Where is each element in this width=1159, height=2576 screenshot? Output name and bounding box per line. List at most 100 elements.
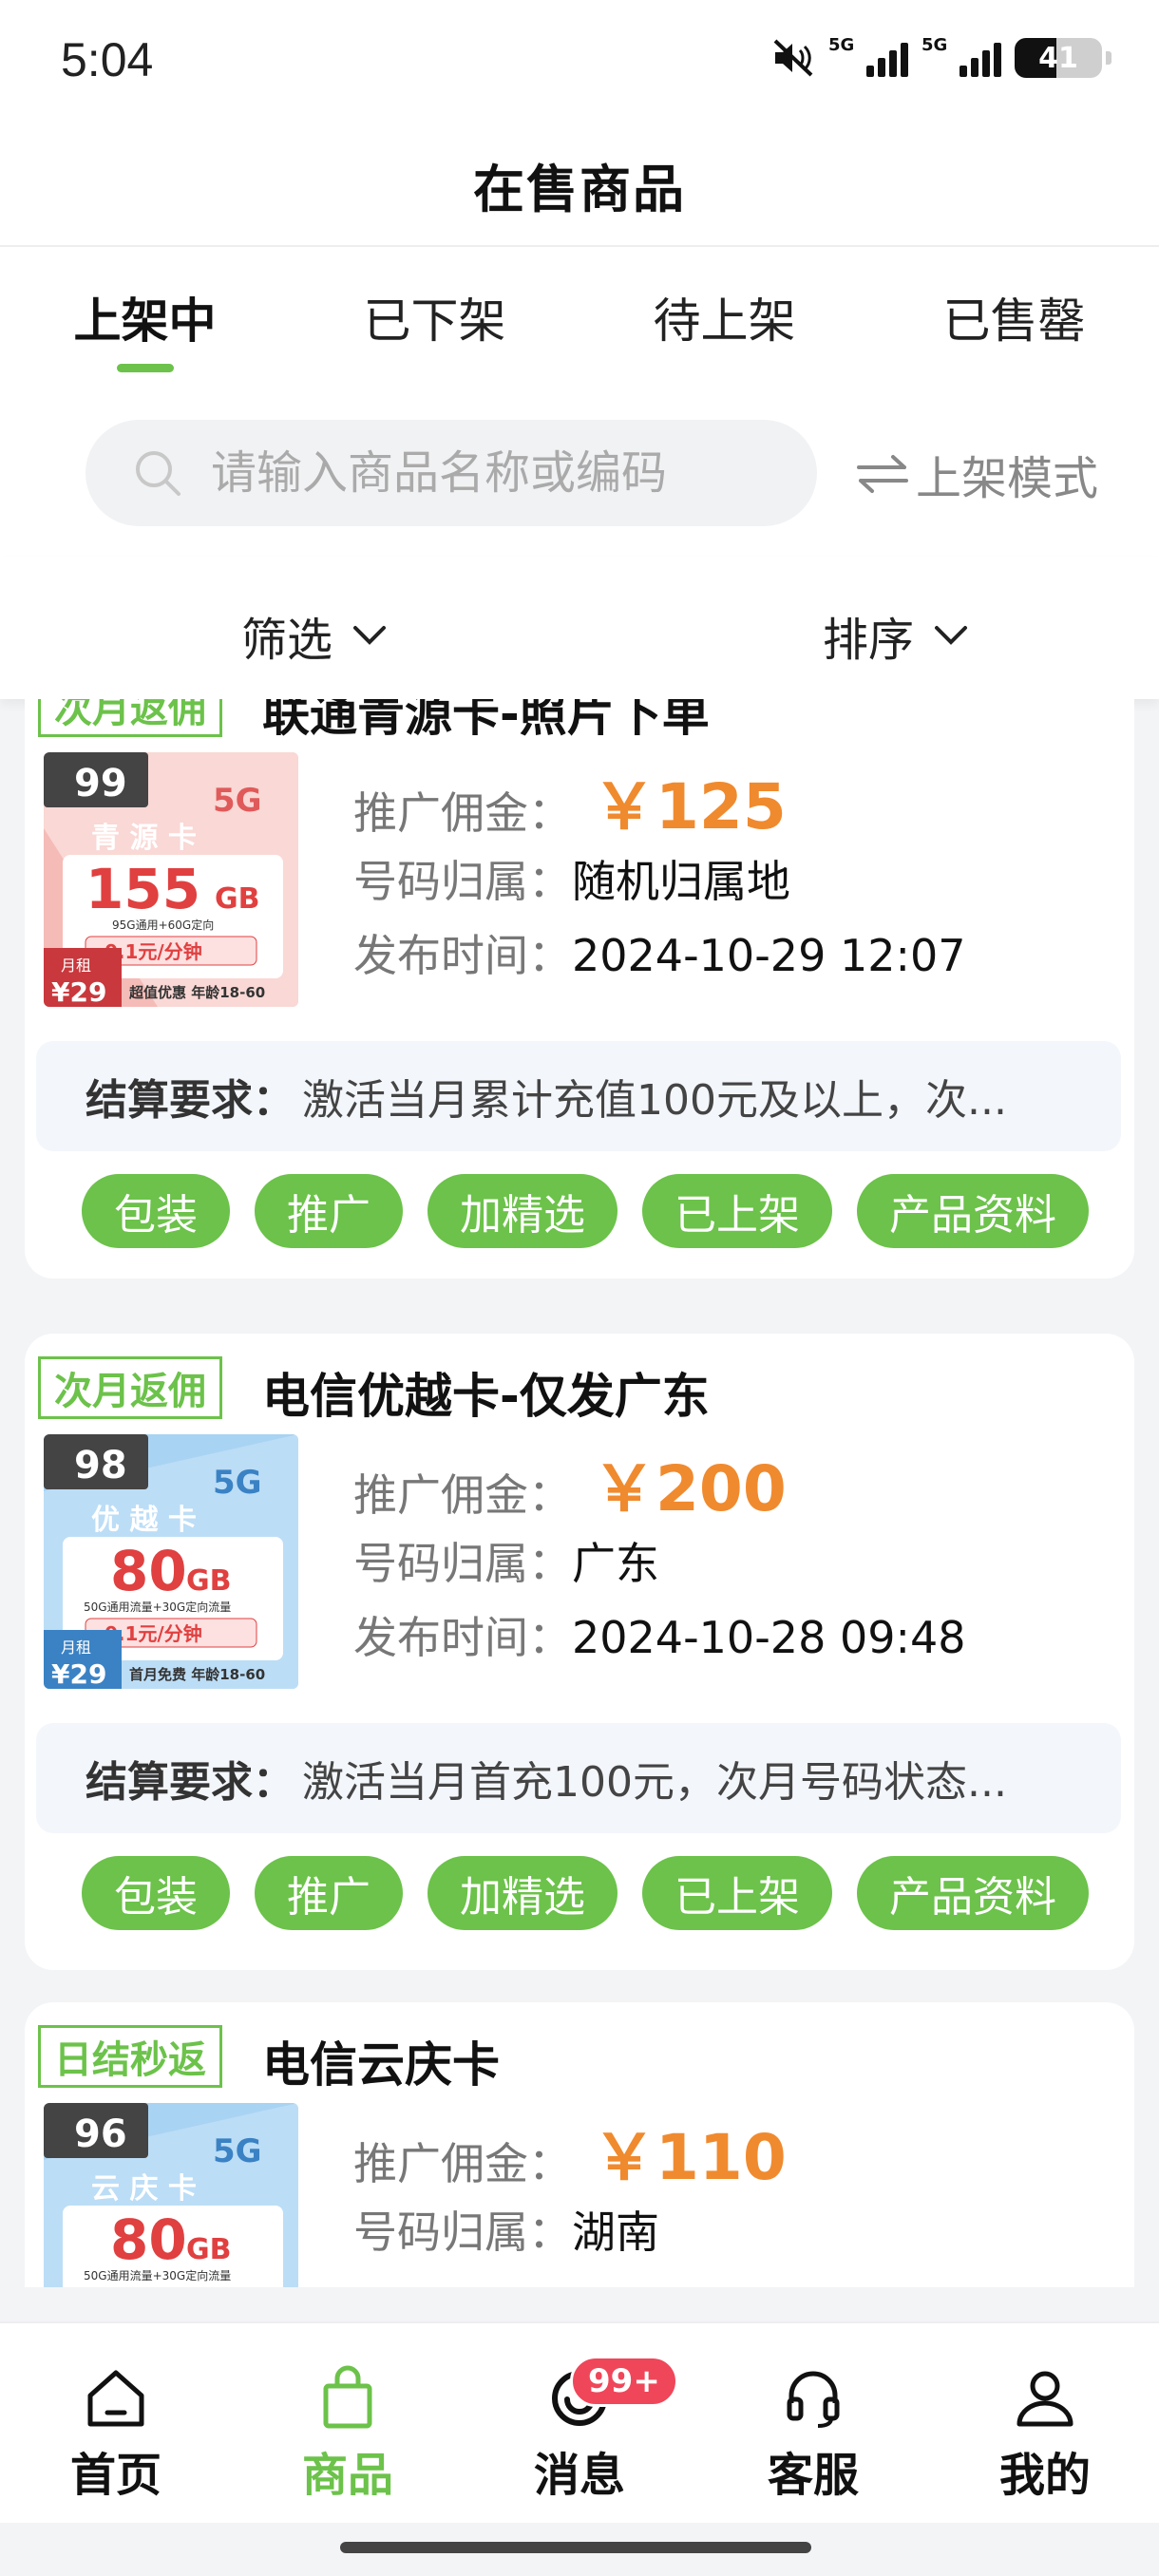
sort-dropdown[interactable]: 排序 <box>823 602 969 669</box>
publish-time-row: 发布时间：2024-10-29 12:07 <box>353 921 966 984</box>
product-tag: 次月返佣 <box>38 1356 222 1419</box>
product-card[interactable]: 日结秒返 电信云庆卡 96 5G 云 庆 卡 80 GB 50G通用流量+30G… <box>25 2002 1134 2287</box>
commission-label: 推广佣金： <box>353 2138 572 2189</box>
product-info-button[interactable]: 产品资料 <box>857 1856 1089 1930</box>
settle-label: 结算要求： <box>86 1758 294 1807</box>
commission-label: 推广佣金： <box>353 1469 572 1521</box>
listed-button[interactable]: 已上架 <box>642 1174 832 1248</box>
thumb-name: 青 源 卡 <box>91 822 197 855</box>
thumb-5g: 5G <box>213 2132 262 2170</box>
tab-sold-out[interactable]: 已售罄 <box>924 247 1105 388</box>
thumb-score: 96 <box>74 2112 127 2156</box>
title-bar: 在售商品 <box>0 123 1159 247</box>
commission-value: ￥125 <box>593 770 787 843</box>
home-indicator[interactable] <box>340 2542 811 2553</box>
filter-row: 筛选 排序 <box>0 557 1159 699</box>
commission-label: 推广佣金： <box>353 787 572 839</box>
action-buttons: 包装 推广 加精选 已上架 产品资料 <box>82 1856 1089 1930</box>
network-type-2: 5G <box>922 35 948 55</box>
product-title: 电信优越卡-仅发广东 <box>262 1369 710 1424</box>
thumb-foot: 首月免费 年龄18-60 <box>129 1666 265 1683</box>
thumb-foot: 超值优惠 年龄18-60 <box>128 984 265 1001</box>
feature-button[interactable]: 加精选 <box>428 1174 618 1248</box>
promote-button[interactable]: 推广 <box>255 1856 403 1930</box>
headset-icon <box>787 2371 840 2428</box>
mute-icon <box>773 39 813 77</box>
chevron-down-icon <box>353 626 387 645</box>
product-title: 电信云庆卡 <box>262 2037 500 2093</box>
settle-label: 结算要求： <box>86 1076 294 1125</box>
publish-time-label: 发布时间： <box>353 1612 572 1663</box>
settle-requirement[interactable]: 结算要求： 激活当月累计充值100元及以上，次... <box>36 1041 1121 1151</box>
package-button[interactable]: 包装 <box>82 1856 230 1930</box>
publish-time-value: 2024-10-29 12:07 <box>572 930 966 981</box>
bag-icon <box>323 2365 372 2429</box>
thumb-gb: 80 <box>110 2207 187 2272</box>
nav-label: 首页 <box>69 2449 162 2502</box>
product-title: 联通青源卡-照片下单 <box>262 699 710 742</box>
thumb-sub: 95G通用+60G定向 <box>112 918 214 932</box>
thumb-5g: 5G <box>213 1464 262 1502</box>
thumb-gb: 80 <box>110 1539 187 1603</box>
filter-dropdown[interactable]: 筛选 <box>241 602 388 669</box>
nav-messages[interactable]: 99+ 消息 <box>513 2356 678 2504</box>
region-label: 号码归属： <box>353 2207 572 2258</box>
battery-level: 41 <box>1038 41 1078 75</box>
product-info-button[interactable]: 产品资料 <box>857 1174 1089 1248</box>
feature-button[interactable]: 加精选 <box>428 1856 618 1930</box>
chevron-down-icon <box>935 626 968 645</box>
home-icon <box>87 2370 144 2427</box>
message-badge: 99+ <box>570 2356 678 2407</box>
search-row: 上架模式 <box>0 388 1159 557</box>
action-buttons: 包装 推广 加精选 已上架 产品资料 <box>82 1174 1089 1248</box>
thumb-gb-unit: GB <box>186 1564 232 1598</box>
mode-label: 上架模式 <box>916 452 1099 505</box>
nav-support[interactable]: 客服 <box>747 2365 880 2504</box>
product-thumbnail: 99 5G 青 源 卡 155 GB 95G通用+60G定向 0.1元/分钟 月… <box>44 752 298 1007</box>
search-box[interactable] <box>86 420 817 526</box>
region-value: 广东 <box>572 1538 659 1589</box>
nav-home[interactable]: 首页 <box>49 2365 182 2504</box>
nav-label: 消息 <box>533 2449 625 2502</box>
thumb-gb-unit: GB <box>186 2233 232 2266</box>
publish-time-value: 2024-10-28 09:48 <box>572 1612 966 1663</box>
mode-switch-button[interactable]: 上架模式 <box>855 441 1098 507</box>
region-value: 湖南 <box>572 2207 659 2258</box>
battery-icon: 41 <box>1015 38 1102 78</box>
product-tag: 次月返佣 <box>38 699 222 737</box>
search-input[interactable] <box>211 446 743 500</box>
nav-profile[interactable]: 我的 <box>978 2365 1112 2504</box>
thumb-sub: 50G通用流量+30G定向流量 <box>84 1600 231 1614</box>
signal-icon: 5G <box>828 35 908 77</box>
region-row: 号码归属：湖南 <box>353 2198 659 2261</box>
promote-button[interactable]: 推广 <box>255 1174 403 1248</box>
nav-label: 商品 <box>301 2449 393 2502</box>
swap-icon <box>857 455 908 493</box>
status-time: 5:04 <box>61 33 154 86</box>
page-title: 在售商品 <box>473 159 686 219</box>
tab-pending[interactable]: 待上架 <box>635 247 815 388</box>
region-label: 号码归属： <box>353 856 572 907</box>
signal-icon-2: 5G <box>922 35 1001 77</box>
filter-label: 筛选 <box>241 614 333 667</box>
thumb-rent: ¥29 <box>51 1658 106 1689</box>
listed-button[interactable]: 已上架 <box>642 1856 832 1930</box>
thumb-5g: 5G <box>213 782 262 820</box>
network-type: 5G <box>828 35 855 55</box>
package-button[interactable]: 包装 <box>82 1174 230 1248</box>
product-thumbnail: 98 5G 优 越 卡 80 GB 50G通用流量+30G定向流量 0.1元/分… <box>44 1434 298 1689</box>
bottom-nav: 首页 商品 99+ 消息 客服 我的 <box>0 2321 1159 2523</box>
region-row: 号码归属：广东 <box>353 1529 659 1592</box>
tab-delisted[interactable]: 已下架 <box>345 247 525 388</box>
commission-value: ￥200 <box>593 1452 787 1525</box>
thumb-name: 云 庆 卡 <box>91 2172 197 2206</box>
product-tag: 日结秒返 <box>38 2025 222 2088</box>
product-card[interactable]: 次月返佣 联通青源卡-照片下单 99 5G 青 源 卡 155 GB 95G通用… <box>25 699 1134 1279</box>
thumb-gb: 155 <box>86 857 200 921</box>
settle-requirement[interactable]: 结算要求： 激活当月首充100元，次月号码状态... <box>36 1723 1121 1833</box>
commission-row: 推广佣金： ￥110 <box>353 2107 787 2198</box>
region-row: 号码归属：随机归属地 <box>353 847 790 910</box>
product-card[interactable]: 次月返佣 电信优越卡-仅发广东 98 5G 优 越 卡 80 GB 50G通用流… <box>25 1334 1134 1970</box>
nav-products[interactable]: 商品 <box>281 2365 414 2504</box>
tab-listed[interactable]: 上架中 <box>55 247 236 388</box>
